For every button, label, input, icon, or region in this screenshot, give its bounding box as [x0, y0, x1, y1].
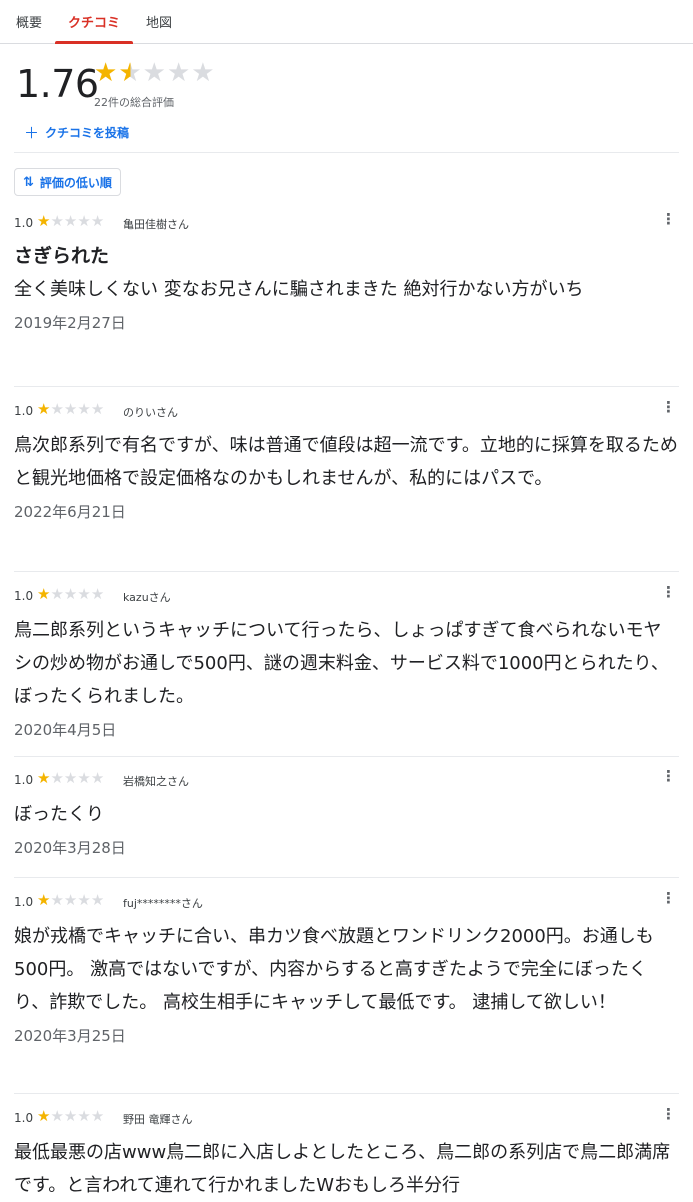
- review-body: 娘が戎橋でキャッチに合い、串カツ食べ放題とワンドリンク2000円。お通しも500…: [14, 926, 654, 1013]
- star-empty-icon: ★: [90, 212, 105, 230]
- plus-icon: ＋: [24, 124, 40, 142]
- star-empty-icon: ★: [63, 212, 78, 230]
- star-half-icon: ★: [118, 58, 143, 88]
- star-empty-icon: ★: [50, 212, 64, 230]
- review-item: 1.0 ★★★★★ 野田 竜輝さん ⋮ 最低最悪の店www鳥二郎に入店しよとした…: [14, 1107, 679, 1202]
- review-score: 1.0: [14, 1111, 34, 1125]
- star-empty-icon: ★: [191, 58, 216, 88]
- star-empty-icon: ★: [50, 769, 64, 787]
- review-stars: ★★★★★: [37, 769, 104, 787]
- more-options-icon[interactable]: ⋮: [661, 400, 676, 415]
- review-author[interactable]: 野田 竜輝さん: [123, 1111, 193, 1127]
- review-count: 22件の総合評価: [94, 96, 174, 109]
- divider: [14, 386, 679, 387]
- star-icon: ★: [37, 585, 51, 603]
- rating-summary: 1.76 ★★★★★ 22件の総合評価 ＋クチコミを投稿: [14, 58, 679, 150]
- more-options-icon[interactable]: ⋮: [661, 212, 676, 227]
- divider: [14, 1093, 679, 1094]
- review-date: 2020年3月25日: [14, 1027, 126, 1045]
- post-review-label: クチコミを投稿: [45, 126, 130, 140]
- overall-stars: ★★★★★: [94, 58, 216, 88]
- post-review-button[interactable]: ＋ クチコミを投稿: [24, 122, 129, 143]
- star-empty-icon: ★: [77, 891, 91, 909]
- review-stars: ★★★★★: [37, 585, 104, 603]
- review-score: 1.0: [14, 404, 34, 418]
- review-date: 2020年3月28日: [14, 839, 126, 857]
- review-author[interactable]: fuj********さん: [123, 895, 203, 911]
- star-empty-icon: ★: [90, 891, 105, 909]
- review-item: 1.0 ★★★★★ fuj********さん ⋮ 娘が戎橋でキャッチに合い、串…: [14, 891, 679, 1046]
- review-date: 2019年2月27日: [14, 314, 126, 332]
- star-icon: ★: [94, 58, 119, 88]
- review-item: 1.0 ★★★★★ 亀田佳樹さん ⋮ さぎられた 全く美味しくない 変なお兄さん…: [14, 212, 679, 333]
- review-body: 全く美味しくない 変なお兄さんに騙されまきた 絶対行かない方がいち: [14, 279, 584, 300]
- review-body: ぼったくり: [14, 804, 104, 825]
- more-options-icon[interactable]: ⋮: [661, 1107, 676, 1122]
- review-title: さぎられた: [14, 245, 110, 267]
- star-icon: ★: [37, 1107, 51, 1125]
- more-options-icon[interactable]: ⋮: [661, 769, 676, 784]
- more-options-icon[interactable]: ⋮: [661, 891, 676, 906]
- star-icon: ★: [37, 769, 51, 787]
- review-body: 最低最悪の店www鳥二郎に入店しよとしたところ、鳥二郎の系列店で鳥二郎満席です。…: [14, 1142, 671, 1196]
- review-date: 2022年6月21日: [14, 503, 126, 521]
- review-author[interactable]: kazuさん: [123, 589, 171, 605]
- star-empty-icon: ★: [50, 585, 64, 603]
- star-empty-icon: ★: [50, 1107, 64, 1125]
- review-item: 1.0 ★★★★★ 岩橋知之さん ⋮ ぼったくり 2020年3月28日: [14, 769, 679, 858]
- star-empty-icon: ★: [90, 400, 105, 418]
- review-score: 1.0: [14, 216, 34, 230]
- star-empty-icon: ★: [63, 1107, 78, 1125]
- review-score: 1.0: [14, 895, 34, 909]
- star-icon: ★: [37, 891, 51, 909]
- star-empty-icon: ★: [63, 400, 78, 418]
- divider: [14, 571, 679, 572]
- star-empty-icon: ★: [63, 891, 78, 909]
- star-empty-icon: ★: [63, 585, 78, 603]
- tab-map[interactable]: 地図: [133, 0, 185, 43]
- review-stars: ★★★★★: [37, 212, 104, 230]
- star-empty-icon: ★: [77, 585, 91, 603]
- review-body: 鳥次郎系列で有名ですが、味は普通で値段は超一流です。立地的に採算を取るためと観光…: [14, 435, 678, 489]
- review-author[interactable]: 亀田佳樹さん: [123, 216, 189, 232]
- star-empty-icon: ★: [77, 212, 91, 230]
- review-stars: ★★★★★: [37, 400, 104, 418]
- review-author[interactable]: のりいさん: [123, 404, 178, 420]
- review-score: 1.0: [14, 589, 34, 603]
- star-icon: ★: [37, 212, 51, 230]
- overall-rating: 1.76: [16, 62, 99, 106]
- tab-bar: 概要 クチコミ 地図: [0, 0, 693, 44]
- star-empty-icon: ★: [166, 58, 192, 88]
- review-author[interactable]: 岩橋知之さん: [123, 773, 189, 789]
- star-empty-icon: ★: [90, 1107, 105, 1125]
- review-item: 1.0 ★★★★★ kazuさん ⋮ 鳥二郎系列というキャッチについて行ったら、…: [14, 585, 679, 740]
- review-body: 鳥二郎系列というキャッチについて行ったら、しょっぱすぎて食べられないモヤシの炒め…: [14, 620, 669, 707]
- divider: [14, 152, 679, 153]
- more-options-icon[interactable]: ⋮: [661, 585, 676, 600]
- star-empty-icon: ★: [77, 769, 91, 787]
- star-empty-icon: ★: [77, 1107, 91, 1125]
- divider: [14, 877, 679, 878]
- star-icon: ★: [37, 400, 51, 418]
- tab-overview[interactable]: 概要: [14, 0, 55, 43]
- review-item: 1.0 ★★★★★ のりいさん ⋮ 鳥次郎系列で有名ですが、味は普通で値段は超一…: [14, 400, 679, 522]
- review-stars: ★★★★★: [37, 891, 104, 909]
- sort-button[interactable]: ⇅ 評価の低い順: [14, 168, 121, 196]
- star-empty-icon: ★: [50, 891, 64, 909]
- star-empty-icon: ★: [63, 769, 78, 787]
- sort-label: 評価の低い順: [39, 175, 112, 190]
- star-empty-icon: ★: [90, 769, 105, 787]
- review-date: 2020年4月5日: [14, 721, 117, 739]
- review-score: 1.0: [14, 773, 34, 787]
- review-stars: ★★★★★: [37, 1107, 104, 1125]
- sort-icon: ⇅: [23, 174, 34, 190]
- star-empty-icon: ★: [50, 400, 64, 418]
- star-empty-icon: ★: [90, 585, 105, 603]
- star-empty-icon: ★: [142, 58, 167, 88]
- tab-reviews[interactable]: クチコミ: [55, 0, 134, 44]
- star-empty-icon: ★: [77, 400, 91, 418]
- divider: [14, 756, 679, 757]
